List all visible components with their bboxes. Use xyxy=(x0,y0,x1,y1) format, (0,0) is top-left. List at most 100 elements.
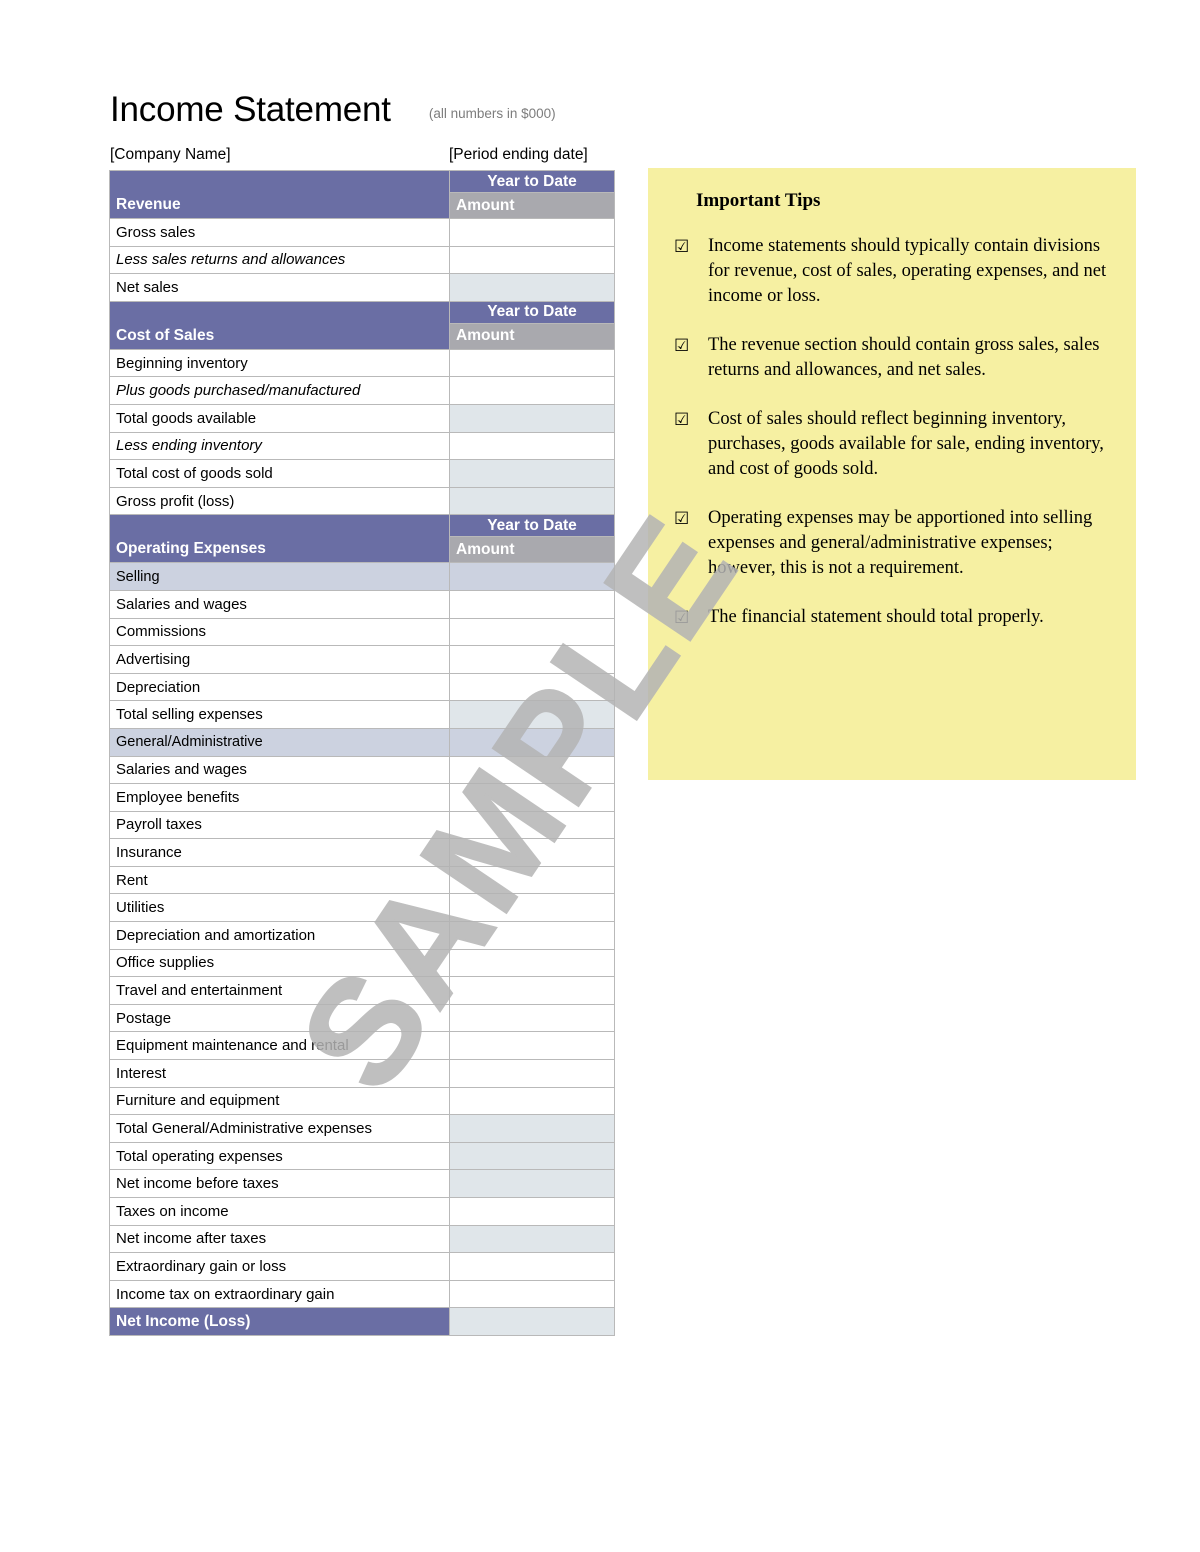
line-item-amount[interactable] xyxy=(449,218,615,247)
line-item-amount[interactable] xyxy=(449,948,615,978)
table-row: Less sales returns and allowances xyxy=(109,245,615,275)
table-row: Total operating expenses xyxy=(109,1141,615,1171)
line-item-amount[interactable] xyxy=(449,1086,615,1116)
tip-item: ☑ The revenue section should contain gros… xyxy=(674,333,1110,383)
table-row: Employee benefits xyxy=(109,783,615,812)
meta-row: [Company Name] [Period ending date] xyxy=(110,146,615,166)
table-row: Net sales xyxy=(109,273,615,302)
table-row: Utilities xyxy=(109,893,615,923)
line-item-amount[interactable] xyxy=(449,1031,615,1061)
line-item-amount[interactable] xyxy=(449,1114,615,1143)
table-row: Total General/Administrative expenses xyxy=(109,1114,615,1143)
line-item-label: Travel and entertainment xyxy=(109,976,450,1005)
line-item-label: Utilities xyxy=(109,893,450,923)
line-item-amount[interactable] xyxy=(449,617,615,647)
table-row: Postage xyxy=(109,1003,615,1033)
line-item-label: Plus goods purchased/manufactured xyxy=(109,376,450,405)
table-row: Taxes on income xyxy=(109,1197,615,1226)
net-income-row: Net Income (Loss) xyxy=(109,1307,615,1336)
line-item-amount[interactable] xyxy=(449,1224,615,1254)
line-item-amount[interactable] xyxy=(449,1197,615,1226)
section-header-row: Revenue Year to Date xyxy=(109,170,615,219)
table-row: Commissions xyxy=(109,617,615,647)
line-item-amount[interactable] xyxy=(449,1003,615,1033)
section-header-row: Operating Expenses Year to Date xyxy=(109,514,615,564)
subsection-amount-spacer xyxy=(449,562,615,591)
tips-list: ☑ Income statements should typically cont… xyxy=(674,234,1110,630)
table-row: Total selling expenses xyxy=(109,700,615,729)
line-item-amount[interactable] xyxy=(449,431,615,461)
line-item-amount[interactable] xyxy=(449,245,615,275)
line-item-label: Equipment maintenance and rental xyxy=(109,1031,450,1061)
line-item-amount[interactable] xyxy=(449,273,615,302)
table-row: Interest xyxy=(109,1059,615,1088)
table-row: Gross profit (loss) xyxy=(109,486,615,516)
line-item-amount[interactable] xyxy=(449,700,615,729)
tip-text: Income statements should typically conta… xyxy=(708,236,1107,306)
line-item-amount[interactable] xyxy=(449,348,615,378)
line-item-amount[interactable] xyxy=(449,1279,615,1309)
line-item-amount[interactable] xyxy=(449,783,615,812)
line-item-amount[interactable] xyxy=(449,1141,615,1171)
document-page: Income Statement (all numbers in $000) [C… xyxy=(0,0,1200,1552)
table-row: Income tax on extraordinary gain xyxy=(109,1279,615,1309)
line-item-label: Extraordinary gain or loss xyxy=(109,1252,450,1281)
line-item-amount[interactable] xyxy=(449,403,615,433)
subsection-row: Selling xyxy=(109,562,615,591)
line-item-label: Postage xyxy=(109,1003,450,1033)
tip-text: Cost of sales should reflect beginning i… xyxy=(708,409,1104,479)
line-item-amount[interactable] xyxy=(449,1169,615,1198)
table-row: Advertising xyxy=(109,645,615,674)
tip-item: ☑ Cost of sales should reflect beginning … xyxy=(674,407,1110,482)
units-note: (all numbers in $000) xyxy=(428,106,556,121)
line-item-amount[interactable] xyxy=(449,486,615,516)
line-item-label: Gross profit (loss) xyxy=(109,486,450,516)
table-row: Beginning inventory xyxy=(109,348,615,378)
line-item-label: Total selling expenses xyxy=(109,700,450,729)
line-item-amount[interactable] xyxy=(449,459,615,488)
column-header-year-to-date: Year to Date xyxy=(449,514,615,538)
line-item-amount[interactable] xyxy=(449,893,615,923)
line-item-amount[interactable] xyxy=(449,645,615,674)
line-item-amount[interactable] xyxy=(449,921,615,950)
line-item-amount[interactable] xyxy=(449,810,615,840)
period-ending-field[interactable]: [Period ending date] xyxy=(449,146,588,164)
line-item-label: Advertising xyxy=(109,645,450,674)
line-item-label: Employee benefits xyxy=(109,783,450,812)
line-item-label: Salaries and wages xyxy=(109,755,450,785)
table-row: Less ending inventory xyxy=(109,431,615,461)
line-item-amount[interactable] xyxy=(449,865,615,895)
line-item-label: Furniture and equipment xyxy=(109,1086,450,1116)
section-title: Revenue xyxy=(109,170,450,219)
line-item-amount[interactable] xyxy=(449,1059,615,1088)
table-row: Net income after taxes xyxy=(109,1224,615,1254)
line-item-label: Total goods available xyxy=(109,403,450,433)
table-row: Salaries and wages xyxy=(109,589,615,619)
line-item-amount[interactable] xyxy=(449,976,615,1005)
checkbox-checked-icon: ☑ xyxy=(674,410,690,429)
line-item-amount[interactable] xyxy=(449,589,615,619)
net-income-amount[interactable] xyxy=(449,1307,615,1336)
important-tips-panel: Important Tips ☑ Income statements should… xyxy=(648,168,1136,780)
column-header-amount: Amount xyxy=(449,322,615,350)
tip-text: The financial statement should total pro… xyxy=(708,607,1044,627)
title-block: Income Statement (all numbers in $000) xyxy=(110,88,615,132)
line-item-label: Commissions xyxy=(109,617,450,647)
line-item-amount[interactable] xyxy=(449,672,615,702)
line-item-amount[interactable] xyxy=(449,755,615,785)
section-title: Cost of Sales xyxy=(109,300,450,350)
subsection-title: General/Administrative xyxy=(109,727,450,757)
company-name-field[interactable]: [Company Name] xyxy=(110,146,231,164)
tips-title: Important Tips xyxy=(696,190,821,211)
table-row: Salaries and wages xyxy=(109,755,615,785)
table-row: Total cost of goods sold xyxy=(109,459,615,488)
line-item-amount[interactable] xyxy=(449,1252,615,1281)
table-row: Rent xyxy=(109,865,615,895)
table-row: Office supplies xyxy=(109,948,615,978)
line-item-amount[interactable] xyxy=(449,838,615,867)
line-item-amount[interactable] xyxy=(449,376,615,405)
line-item-label: Beginning inventory xyxy=(109,348,450,378)
tip-item: ☑ The financial statement should total pr… xyxy=(674,605,1110,630)
line-item-label: Taxes on income xyxy=(109,1197,450,1226)
line-item-label: Total cost of goods sold xyxy=(109,459,450,488)
